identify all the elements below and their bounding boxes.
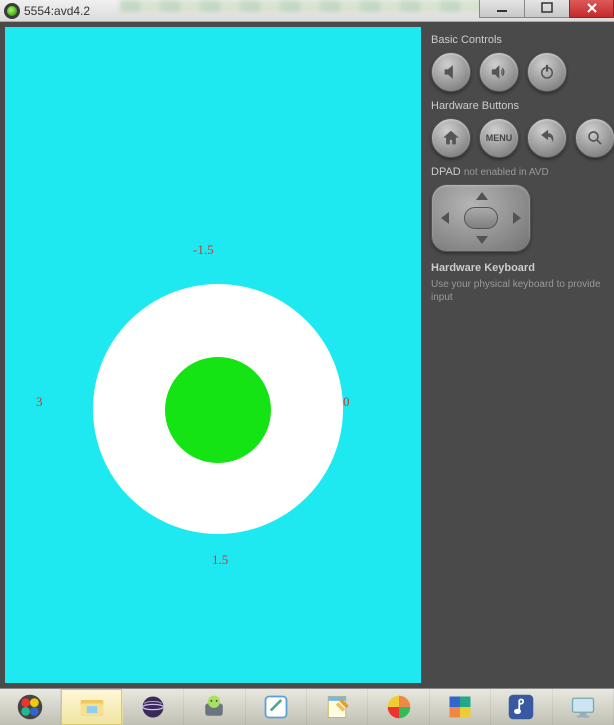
inner-circle-graphic — [165, 357, 271, 463]
taskbar-item-file-explorer[interactable] — [61, 689, 122, 725]
taskbar-item-monitor[interactable] — [553, 689, 614, 725]
folder-icon — [77, 693, 107, 721]
emulator-side-panel: Basic Controls Hardware Buttons MENU — [421, 22, 614, 688]
device-screen-frame: -1.5 0 1.5 3 — [5, 27, 421, 683]
synergy-icon — [15, 693, 45, 721]
menu-label: MENU — [486, 133, 513, 143]
office-icon — [445, 693, 475, 721]
axis-label-left: 3 — [36, 394, 43, 410]
back-button[interactable] — [527, 118, 567, 158]
axis-label-top: -1.5 — [193, 242, 214, 258]
dpad-left-icon — [441, 212, 449, 224]
window-controls — [479, 0, 614, 18]
notepad-icon — [322, 693, 352, 721]
taskbar-item-whiteboard[interactable] — [246, 689, 307, 725]
whiteboard-icon — [261, 693, 291, 721]
taskbar-item-synergy[interactable] — [0, 689, 61, 725]
search-button[interactable] — [575, 118, 614, 158]
basic-controls-row — [431, 52, 614, 92]
back-icon — [538, 129, 556, 147]
volume-up-icon — [490, 63, 508, 81]
home-button[interactable] — [431, 118, 471, 158]
background-tab-blur — [120, 0, 494, 12]
volume-up-button[interactable] — [479, 52, 519, 92]
axis-label-bottom: 1.5 — [212, 552, 228, 568]
taskbar-item-music[interactable] — [491, 689, 552, 725]
emulator-body: -1.5 0 1.5 3 Basic Controls Hardware But… — [0, 22, 614, 688]
close-button[interactable] — [569, 0, 614, 18]
taskbar-item-android-studio[interactable] — [184, 689, 245, 725]
maximize-button[interactable] — [524, 0, 569, 18]
dpad-disabled-text: not enabled in AVD — [464, 167, 549, 178]
device-screen[interactable]: -1.5 0 1.5 3 — [5, 27, 421, 683]
dpad-right-icon — [513, 212, 521, 224]
dpad-label: DPAD — [431, 166, 461, 178]
taskbar-item-office[interactable] — [430, 689, 491, 725]
hardware-keyboard-hint: Use your physical keyboard to provide in… — [431, 278, 614, 304]
dpad-section-label: DPAD not enabled in AVD — [431, 166, 614, 178]
android-icon — [199, 693, 229, 721]
music-note-icon — [506, 693, 536, 721]
window-title: 5554:avd4.2 — [24, 4, 90, 18]
power-button[interactable] — [527, 52, 567, 92]
volume-down-button[interactable] — [431, 52, 471, 92]
window-titlebar: 5554:avd4.2 — [0, 0, 614, 22]
axis-label-right: 0 — [343, 394, 350, 410]
beachball-icon — [384, 693, 414, 721]
search-icon — [586, 129, 604, 147]
hardware-keyboard-label: Hardware Keyboard — [431, 262, 614, 274]
eclipse-icon — [138, 693, 168, 721]
dpad-down-icon — [476, 236, 488, 244]
taskbar-item-beachball[interactable] — [368, 689, 429, 725]
os-taskbar — [0, 688, 614, 725]
android-avd-icon — [4, 3, 20, 19]
basic-controls-label: Basic Controls — [431, 34, 614, 46]
volume-down-icon — [442, 63, 460, 81]
minimize-button[interactable] — [479, 0, 524, 18]
taskbar-item-notepad[interactable] — [307, 689, 368, 725]
menu-button[interactable]: MENU — [479, 118, 519, 158]
monitor-icon — [568, 693, 598, 721]
hardware-buttons-row: MENU — [431, 118, 614, 158]
dpad-control — [431, 184, 531, 252]
hardware-buttons-label: Hardware Buttons — [431, 100, 614, 112]
dpad-center-button — [464, 207, 498, 229]
power-icon — [538, 63, 556, 81]
dpad-up-icon — [476, 192, 488, 200]
home-icon — [442, 129, 460, 147]
taskbar-item-eclipse[interactable] — [123, 689, 184, 725]
